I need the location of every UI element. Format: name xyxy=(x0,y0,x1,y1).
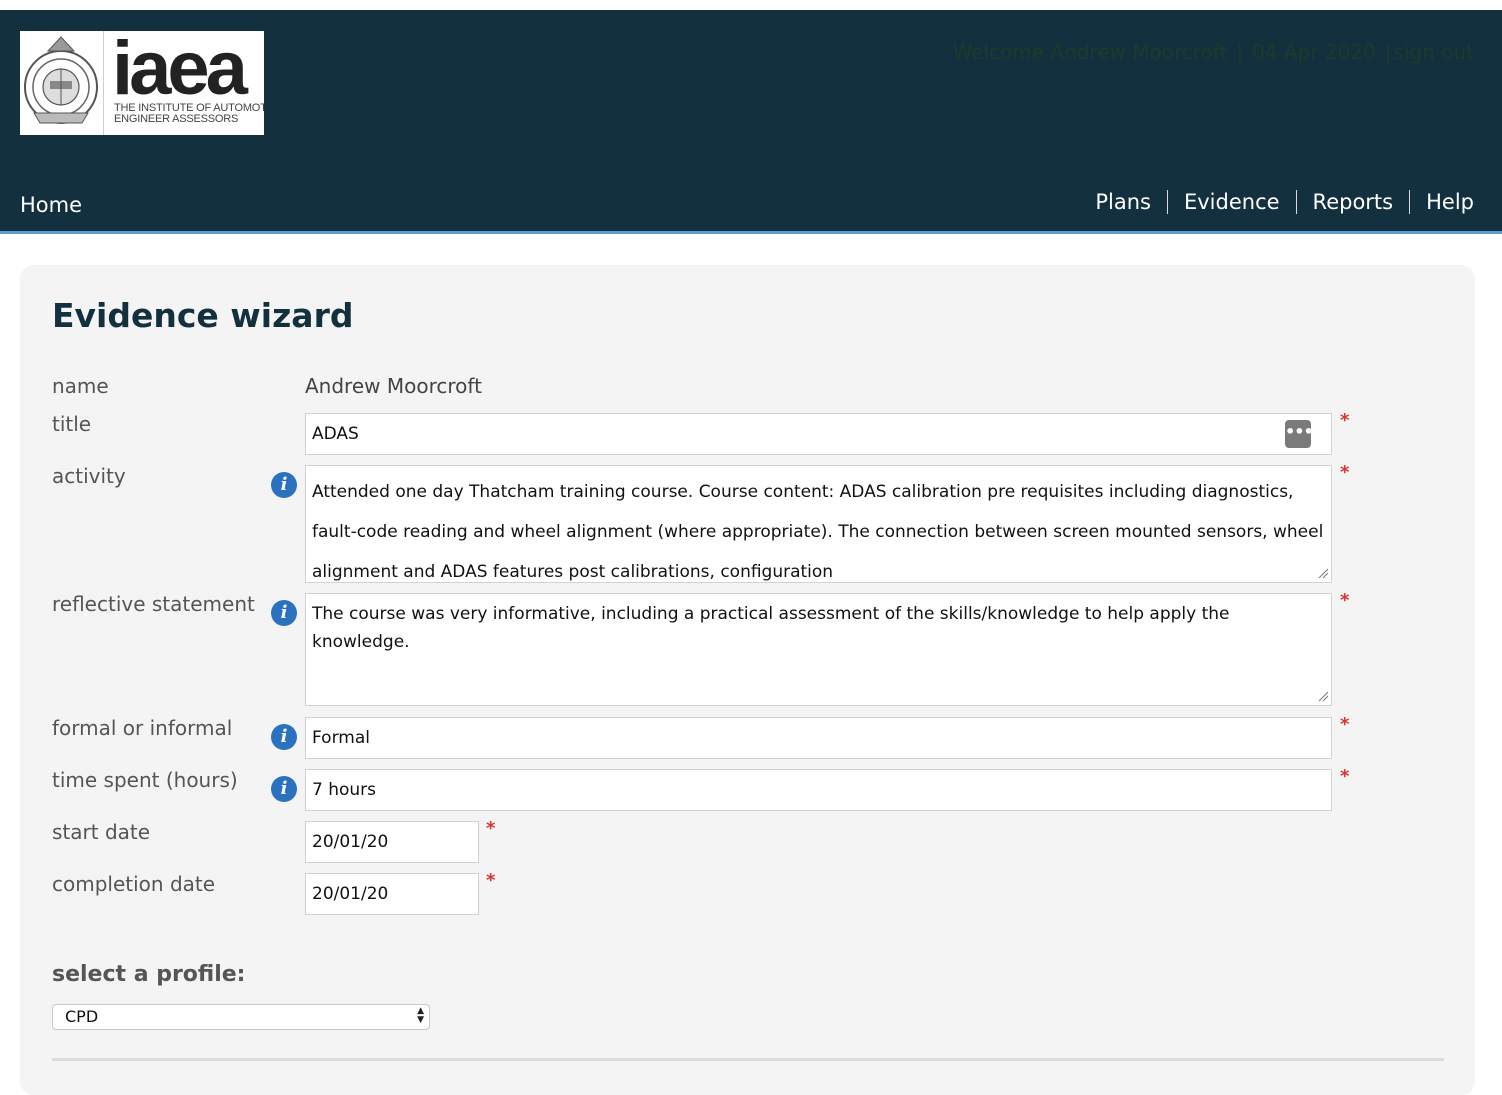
required-marker: * xyxy=(1340,714,1350,735)
more-options-icon[interactable]: ••• xyxy=(1285,420,1314,448)
required-marker: * xyxy=(1340,766,1350,787)
time-spent-info-icon[interactable]: i xyxy=(271,776,297,802)
time-spent-input[interactable]: 7 hours xyxy=(305,769,1332,811)
start-date-input[interactable]: 20/01/20 xyxy=(305,821,479,863)
sign-out-link[interactable]: sign out xyxy=(1394,40,1474,64)
required-marker: * xyxy=(486,870,496,891)
completion-date-label: completion date xyxy=(52,872,216,896)
required-marker: * xyxy=(1340,462,1350,483)
welcome-text: Welcome Andrew Moorcroft xyxy=(952,40,1228,64)
header-underline xyxy=(0,231,1502,234)
title-label: title xyxy=(52,412,92,436)
select-profile-heading: select a profile: xyxy=(52,962,246,987)
time-spent-label: time spent (hours) xyxy=(52,768,238,792)
institute-seal-icon xyxy=(24,36,98,124)
activity-textarea[interactable]: Attended one day Thatcham training cours… xyxy=(305,465,1332,583)
name-value: Andrew Moorcroft xyxy=(305,374,482,398)
welcome-bar: Welcome Andrew Moorcroft | 04 Apr 2020 | sig… xyxy=(953,40,1474,64)
required-marker: * xyxy=(486,818,496,839)
formal-info-icon[interactable]: i xyxy=(271,724,297,750)
start-date-label: start date xyxy=(52,820,151,844)
activity-info-icon[interactable]: i xyxy=(271,472,297,498)
formal-informal-input[interactable]: Formal xyxy=(305,717,1332,759)
nav-divider xyxy=(1166,190,1168,214)
top-strip xyxy=(0,0,1502,10)
logo-subtitle-line2: ENGINEER ASSESSORS xyxy=(114,113,239,125)
reflective-statement-textarea[interactable]: The course was very informative, includi… xyxy=(305,593,1332,706)
nav-divider xyxy=(1409,190,1411,214)
resize-grip-icon[interactable] xyxy=(1317,567,1329,579)
nav-home[interactable]: Home xyxy=(20,193,82,217)
profile-select[interactable]: CPD ▲ ▼ xyxy=(52,1004,430,1030)
formal-informal-label: formal or informal xyxy=(52,716,233,740)
main-nav: Plans Evidence Reports Help xyxy=(1095,190,1474,214)
resize-grip-icon[interactable] xyxy=(1317,690,1329,702)
nav-plans[interactable]: Plans xyxy=(1095,190,1151,214)
reflective-info-icon[interactable]: i xyxy=(271,600,297,626)
activity-label: activity xyxy=(52,464,126,488)
divider-rule xyxy=(52,1058,1444,1061)
completion-date-input[interactable]: 20/01/20 xyxy=(305,873,479,915)
nav-divider xyxy=(1295,190,1297,214)
logo-subtitle: THE INSTITUTE OF AUTOMOTIVE ENGINEER ASS… xyxy=(114,103,264,125)
current-date: 04 Apr 2020 xyxy=(1252,40,1376,64)
select-arrows-icon: ▲ ▼ xyxy=(417,1006,424,1025)
title-input[interactable]: ADAS xyxy=(305,413,1332,455)
welcome-separator: | xyxy=(1384,40,1392,64)
page-title: Evidence wizard xyxy=(52,296,354,335)
nav-reports[interactable]: Reports xyxy=(1313,190,1394,214)
profile-select-value: CPD xyxy=(65,1007,99,1026)
nav-help[interactable]: Help xyxy=(1426,190,1474,214)
logo-divider xyxy=(103,31,104,135)
reflective-statement-label: reflective statement xyxy=(52,592,255,616)
logo[interactable]: iaea THE INSTITUTE OF AUTOMOTIVE ENGINEE… xyxy=(20,31,264,135)
required-marker: * xyxy=(1340,410,1350,431)
required-marker: * xyxy=(1340,590,1350,611)
nav-evidence[interactable]: Evidence xyxy=(1184,190,1280,214)
name-label: name xyxy=(52,374,109,398)
logo-wordmark: iaea xyxy=(112,31,248,111)
welcome-separator: | xyxy=(1236,40,1244,64)
